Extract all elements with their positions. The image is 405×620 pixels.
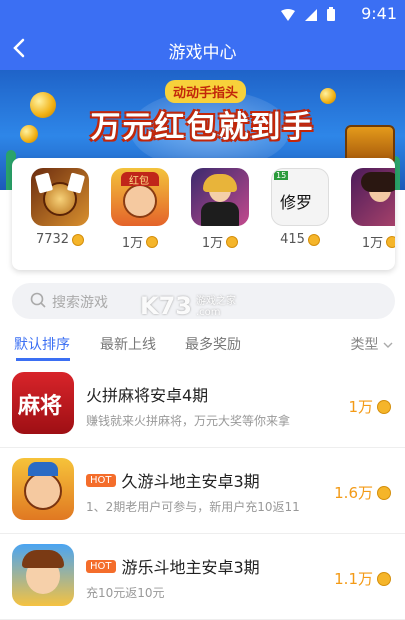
reward-amount: 1.6万 <box>334 484 373 502</box>
type-filter-dropdown[interactable]: 类型 <box>351 334 393 354</box>
reward-badge: 1万 <box>348 396 391 417</box>
watermark-text: 游戏之家 <box>196 296 236 307</box>
reward-amount: 415 <box>280 232 305 247</box>
featured-game-4[interactable]: 15 修罗 415 <box>268 168 332 247</box>
chevron-down-icon <box>383 342 393 348</box>
game-name: 游乐斗地主安卓3期 <box>121 558 260 577</box>
boy-game-icon <box>12 544 74 606</box>
reward-amount: 1万 <box>121 236 144 251</box>
featured-game-3[interactable]: 1万 <box>188 168 252 251</box>
featured-game-5[interactable]: 1万 <box>348 168 395 251</box>
game-name: 久游斗地主安卓3期 <box>121 472 260 491</box>
list-item[interactable]: HOT 游乐斗地主安卓3期 充10元返10元 1.1万 <box>0 534 405 620</box>
age-rating-badge: 15 <box>274 171 289 180</box>
tab-default-sort[interactable]: 默认排序 <box>14 334 70 354</box>
coin-icon <box>307 233 320 246</box>
tab-most-reward[interactable]: 最多奖励 <box>185 334 241 354</box>
watermark-text: .com <box>196 307 221 318</box>
reward-badge: 1.1万 <box>334 568 391 589</box>
type-filter-label: 类型 <box>350 337 379 353</box>
reward-amount: 1万 <box>361 236 384 251</box>
featured-game-1[interactable]: 7732 <box>28 168 92 247</box>
poker-girl-game-icon <box>351 168 395 226</box>
list-item[interactable]: HOT 久游斗地主安卓3期 1、2期老用户可参与，新用户充10返11 1.6万 <box>0 448 405 534</box>
wifi-icon <box>281 6 295 25</box>
shura-game-icon: 15 修罗 <box>271 168 329 226</box>
landlord-game-icon <box>12 458 74 520</box>
status-bar: 9:41 <box>0 0 405 28</box>
casino-girl-game-icon <box>191 168 249 226</box>
icon-title-text: 修罗 <box>280 193 313 212</box>
status-time: 9:41 <box>361 4 397 23</box>
tab-newest[interactable]: 最新上线 <box>100 334 156 354</box>
signal-icon <box>305 6 317 25</box>
list-item[interactable]: 麻将 火拼麻将安卓4期 赚钱就来火拼麻将，万元大奖等你来拿 1万 <box>0 362 405 448</box>
watermark-text: K73 <box>140 292 192 320</box>
banner-subtitle: 动动手指头 <box>165 80 247 103</box>
featured-games-card: 7732 红包 1万 1万 15 修罗 415 1万 <box>12 158 395 270</box>
hot-badge: HOT <box>86 473 116 487</box>
icon-title-text: 麻将 <box>18 393 63 419</box>
gold-coin-icon <box>20 125 38 143</box>
poker-game-icon <box>31 168 89 226</box>
mahjong-game-icon: 麻将 <box>12 372 74 434</box>
active-tab-indicator <box>16 358 70 361</box>
coin-icon <box>226 235 239 248</box>
reward-badge: 1.6万 <box>334 482 391 503</box>
watermark-logo: K73 游戏之家 .com <box>140 292 236 320</box>
search-icon <box>30 292 46 312</box>
hot-badge: HOT <box>86 559 116 573</box>
game-description: 1、2期老用户可参与，新用户充10返11 <box>86 500 300 514</box>
coin-icon <box>146 235 159 248</box>
coin-icon <box>377 571 391 586</box>
battery-icon <box>327 6 335 25</box>
icon-badge-text: 红包 <box>129 176 149 187</box>
landlord-game-icon: 红包 <box>111 168 169 226</box>
sort-tabs: 默认排序 最新上线 最多奖励 类型 <box>0 328 405 362</box>
reward-amount: 7732 <box>35 232 70 247</box>
game-name: 火拼麻将安卓4期 <box>86 386 209 405</box>
game-description: 赚钱就来火拼麻将，万元大奖等你来拿 <box>86 414 291 428</box>
reward-amount: 1万 <box>201 236 224 251</box>
search-placeholder: 搜索游戏 <box>52 295 108 311</box>
banner-headline: 万元红包就到手 <box>90 110 315 145</box>
page-title: 游戏中心 <box>168 43 237 63</box>
reward-amount: 1.1万 <box>334 570 373 588</box>
featured-game-2[interactable]: 红包 1万 <box>108 168 172 251</box>
coin-icon <box>377 399 391 414</box>
coin-icon <box>72 233 85 246</box>
coin-icon <box>377 485 391 500</box>
game-description: 充10元返10元 <box>86 586 165 600</box>
app-header: 游戏中心 <box>0 28 405 70</box>
reward-amount: 1万 <box>348 398 373 416</box>
coin-icon <box>386 235 395 248</box>
gold-coin-icon <box>30 92 56 118</box>
